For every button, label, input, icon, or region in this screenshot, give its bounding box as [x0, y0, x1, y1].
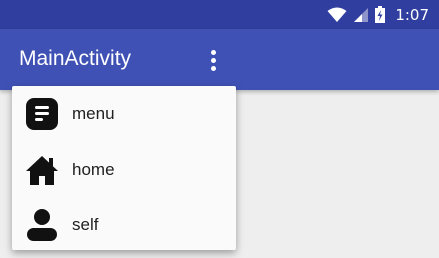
wifi-icon: [327, 7, 347, 23]
menu-item-menu[interactable]: menu: [12, 86, 236, 142]
menu-item-label: self: [72, 214, 99, 234]
signal-icon: [353, 7, 369, 23]
menu-item-label: menu: [72, 104, 115, 123]
more-vert-icon[interactable]: [198, 43, 228, 77]
menu-item-self[interactable]: self: [12, 197, 236, 252]
person-icon: [24, 207, 60, 243]
overflow-menu: menu home self: [12, 86, 236, 250]
status-icons: 1:07: [327, 0, 429, 29]
menu-list-icon: [24, 96, 60, 132]
status-bar: 1:07: [0, 0, 439, 29]
status-time: 1:07: [395, 5, 429, 24]
battery-charging-icon: [375, 6, 386, 23]
home-icon: [24, 152, 60, 188]
app-title: MainActivity: [19, 47, 132, 70]
app-bar: MainActivity: [0, 29, 439, 90]
menu-item-label: home: [72, 159, 115, 179]
menu-item-home[interactable]: home: [12, 142, 236, 197]
